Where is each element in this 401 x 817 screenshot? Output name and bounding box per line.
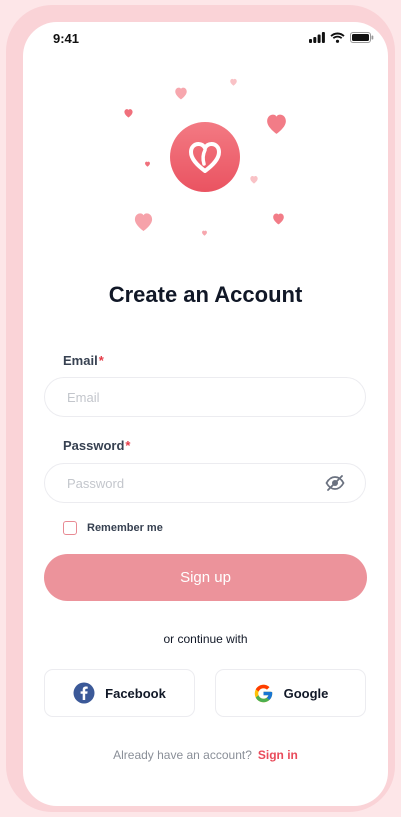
remember-me[interactable]: Remember me	[63, 521, 163, 535]
remember-me-checkbox[interactable]	[63, 521, 77, 535]
continue-with-text: or continue with	[163, 632, 248, 646]
heart-icon	[202, 230, 207, 236]
password-field[interactable]	[44, 463, 366, 503]
facebook-button[interactable]: Facebook	[44, 669, 195, 717]
account-prompt-text: Already have an account?	[113, 748, 252, 762]
facebook-icon	[73, 682, 95, 704]
remember-me-label: Remember me	[87, 522, 163, 534]
heart-icon	[175, 87, 187, 100]
wifi-icon	[330, 32, 345, 43]
facebook-label: Facebook	[105, 685, 166, 701]
status-icons	[309, 32, 374, 43]
password-label: Password*	[63, 438, 130, 453]
battery-icon	[350, 32, 374, 43]
heart-icon	[250, 176, 258, 184]
google-label: Google	[283, 685, 329, 701]
sign-up-button[interactable]: Sign up	[44, 554, 367, 601]
heart-icon	[134, 213, 153, 232]
signal-icon	[309, 32, 325, 43]
heart-icon	[267, 114, 286, 134]
required-mark: *	[125, 438, 131, 453]
page-title: Create an Account	[108, 282, 303, 307]
heart-icon	[273, 213, 284, 225]
google-icon	[254, 684, 272, 702]
email-field[interactable]	[44, 377, 366, 417]
required-mark: *	[98, 353, 104, 368]
password-label-text: Password	[63, 438, 125, 453]
email-label-text: Email	[63, 353, 98, 368]
app-logo	[170, 122, 240, 192]
email-input[interactable]	[65, 388, 345, 406]
device-frame: 9:41 Create an Account Email* Password*	[6, 5, 395, 812]
status-time: 9:41	[53, 31, 80, 46]
sign-in-prompt: Already have an account? Sign in	[23, 748, 388, 762]
heart-icon	[145, 161, 150, 167]
heart-icon	[230, 78, 237, 86]
sign-in-link[interactable]: Sign in	[258, 748, 298, 762]
password-input[interactable]	[65, 474, 345, 492]
phone-screen: 9:41 Create an Account Email* Password*	[23, 22, 388, 806]
heart-logo-icon	[189, 142, 221, 173]
google-button[interactable]: Google	[215, 669, 366, 717]
eye-off-icon[interactable]	[325, 474, 345, 492]
heart-icon	[124, 109, 133, 118]
email-label: Email*	[63, 353, 104, 368]
